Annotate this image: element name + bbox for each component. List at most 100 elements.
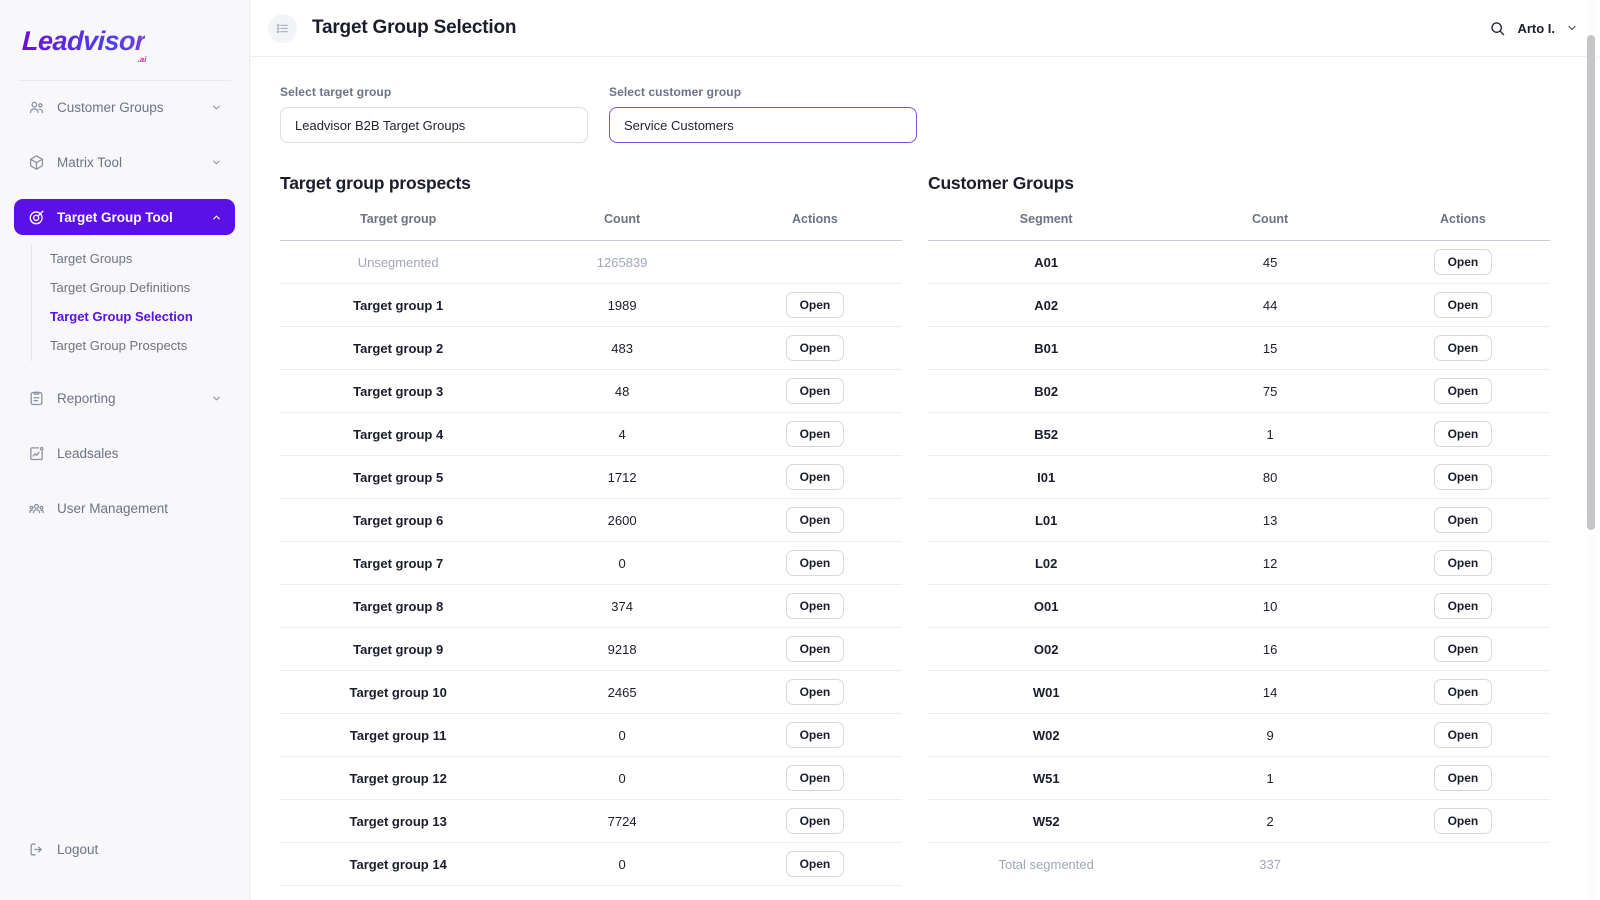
row-count-cell: 75 [1164,369,1376,413]
sidebar-item-leadsales[interactable]: Leadsales [14,435,235,471]
sidebar-item-matrix-tool[interactable]: Matrix Tool [14,144,235,180]
column-header-target-group: Target group [280,212,517,241]
row-name-cell: I01 [928,455,1165,499]
table-row: Target group 5 1712 Open [280,455,902,499]
target-group-prospects-panel: Target group prospects Target group Coun… [280,173,902,886]
table-row: Target group 13 7724 Open [280,799,902,843]
customer-groups-panel: Customer Groups Segment Count Actions A0… [928,173,1550,886]
row-count-cell: 0 [516,541,728,585]
row-actions-cell: Open [1375,713,1550,757]
sidebar-item-target-group-tool[interactable]: Target Group Tool [14,199,235,235]
open-button[interactable]: Open [785,636,845,662]
row-actions-cell: Open [1375,584,1550,628]
open-button[interactable]: Open [1433,765,1493,791]
sidebar-subitem-target-group-selection[interactable]: Target Group Selection [50,303,249,332]
row-name-cell: Target group 13 [280,799,517,843]
sidebar-subitem-target-groups[interactable]: Target Groups [50,245,249,274]
row-name-cell: Target group 2 [280,326,517,370]
table-row: I01 80 Open [928,455,1550,499]
row-name-cell: Target group 11 [280,713,517,757]
open-button[interactable]: Open [785,593,845,619]
table-row: Target group 9 9218 Open [280,627,902,671]
open-button[interactable]: Open [1433,335,1493,361]
brand-logo[interactable]: Leadvisor .ai [0,0,249,70]
row-count-cell: 16 [1164,627,1376,671]
row-name-cell: Target group 9 [280,627,517,671]
open-button[interactable]: Open [785,421,845,447]
row-name-cell: Target group 6 [280,498,517,542]
sidebar-subitem-target-group-prospects[interactable]: Target Group Prospects [50,332,249,361]
sidebar: Leadvisor .ai Customer Groups Matrix Too… [0,0,250,900]
row-name-cell: L01 [928,498,1165,542]
row-count-cell: 1989 [516,283,728,327]
open-button[interactable]: Open [1433,378,1493,404]
chevron-down-icon[interactable] [1566,22,1578,34]
table-header-row: Segment Count Actions [928,212,1550,241]
open-button[interactable]: Open [1433,593,1493,619]
open-button[interactable]: Open [785,335,845,361]
open-button[interactable]: Open [1433,464,1493,490]
chevron-down-icon[interactable] [210,392,222,404]
open-button[interactable]: Open [1433,808,1493,834]
brand-name: Leadvisor [21,26,146,56]
row-actions-cell: Open [1375,412,1550,456]
row-actions-cell: Open [1375,455,1550,499]
page-scrollbar-track[interactable] [1587,0,1598,900]
page-scrollbar-thumb[interactable] [1587,35,1595,530]
target-group-selector-field: Select target group Leadvisor B2B Target… [280,85,588,143]
list-icon[interactable] [268,13,297,43]
open-button[interactable]: Open [1433,679,1493,705]
open-button[interactable]: Open [785,679,845,705]
logout-button[interactable]: Logout [14,834,111,864]
row-name-cell: B01 [928,326,1165,370]
chevron-down-icon[interactable] [210,101,222,113]
open-button[interactable]: Open [785,765,845,791]
row-name-cell: Target group 14 [280,842,517,886]
open-button[interactable]: Open [785,507,845,533]
table-row: O02 16 Open [928,627,1550,671]
sidebar-item-user-management[interactable]: User Management [14,490,235,526]
sidebar-subitem-target-group-definitions[interactable]: Target Group Definitions [50,274,249,303]
row-count-cell: 374 [516,584,728,628]
open-button[interactable]: Open [785,851,845,877]
open-button[interactable]: Open [785,464,845,490]
open-button[interactable]: Open [1433,249,1493,275]
table-row: Target group 8 374 Open [280,584,902,628]
open-button[interactable]: Open [785,378,845,404]
row-name-cell: Target group 7 [280,541,517,585]
row-name-cell: B52 [928,412,1165,456]
open-button[interactable]: Open [1433,292,1493,318]
target-group-select[interactable]: Leadvisor B2B Target Groups [280,107,588,143]
open-button[interactable]: Open [785,722,845,748]
search-icon[interactable] [1489,20,1506,37]
table-row: A01 45 Open [928,240,1550,284]
chevron-up-icon[interactable] [210,211,222,223]
table-row: Total segmented 337 [928,843,1550,886]
customer-group-select[interactable]: Service Customers [609,107,917,143]
open-button[interactable]: Open [785,550,845,576]
open-button[interactable]: Open [785,808,845,834]
open-button[interactable]: Open [1433,636,1493,662]
row-name-cell: A01 [928,240,1165,284]
table-row: Target group 12 0 Open [280,756,902,800]
table-row: B52 1 Open [928,412,1550,456]
column-header-actions: Actions [727,212,902,241]
row-name-cell: A02 [928,283,1165,327]
row-count-cell: 2465 [516,670,728,714]
chevron-down-icon[interactable] [210,156,222,168]
sidebar-item-reporting[interactable]: Reporting [14,380,235,416]
sidebar-item-customer-groups[interactable]: Customer Groups [14,89,235,125]
row-count-cell: 4 [516,412,728,456]
row-count-cell: 1 [1164,756,1376,800]
open-button[interactable]: Open [1433,550,1493,576]
open-button[interactable]: Open [1433,507,1493,533]
logout-icon [27,840,45,858]
table-body: A01 45 Open A02 44 Open B01 15 Open B02 75 Open B52 1… [928,240,1550,886]
open-button[interactable]: Open [1433,722,1493,748]
open-button[interactable]: Open [785,292,845,318]
sidebar-nav: Customer Groups Matrix Tool Target Group… [0,81,249,526]
user-name[interactable]: Arto I. [1517,21,1555,36]
table-row: A02 44 Open [928,283,1550,327]
open-button[interactable]: Open [1433,421,1493,447]
row-actions-cell: Open [1375,498,1550,542]
